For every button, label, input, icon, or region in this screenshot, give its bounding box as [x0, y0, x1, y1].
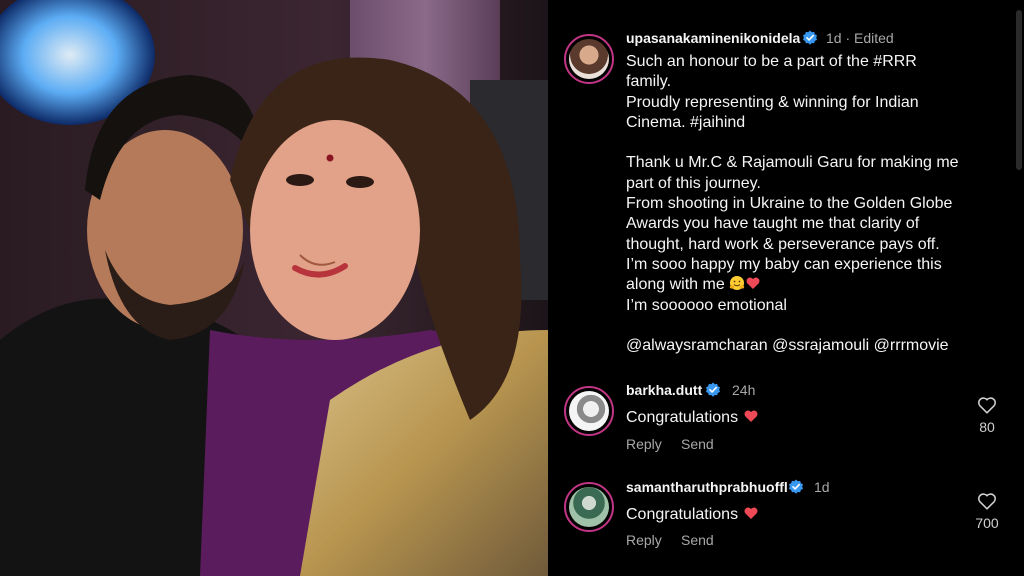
commenter-avatar[interactable] — [564, 386, 614, 436]
comment-username[interactable]: samantharuthprabhuoffl — [626, 479, 788, 495]
caption-line: thought, hard work & perseverance pays o… — [626, 235, 940, 253]
comment-time: 1d — [814, 479, 830, 495]
caption-line: part of this journey. — [626, 174, 761, 192]
caption-line: Thank u Mr.C & Rajamouli Garu for making… — [626, 154, 959, 172]
author-username[interactable]: upasanakaminenikonidela — [626, 30, 800, 46]
like-count: 80 — [979, 419, 995, 435]
hugging-face-emoji-icon — [729, 276, 745, 291]
red-heart-emoji-icon — [746, 277, 760, 290]
send-button[interactable]: Send — [681, 532, 714, 548]
caption-mentions[interactable]: @alwaysramcharan @ssrajamouli @rrrmovie — [626, 336, 1006, 356]
verified-badge-icon — [789, 479, 803, 494]
caption-line-with-emoji: along with me — [626, 275, 1006, 295]
post-caption: Such an honour to be a part of the #RRR … — [626, 52, 1006, 356]
comment-username[interactable]: barkha.dutt — [626, 382, 702, 398]
verified-badge-icon — [803, 30, 817, 45]
caption-line: From shooting in Ukraine to the Golden G… — [626, 195, 953, 213]
author-avatar[interactable] — [564, 34, 614, 84]
like-count: 700 — [975, 515, 999, 531]
like-heart-icon[interactable] — [976, 490, 998, 512]
caption-line: Such an honour to be a part of the #RRR — [626, 53, 917, 70]
red-heart-emoji-icon — [744, 507, 758, 519]
like-heart-icon[interactable] — [976, 394, 998, 416]
post-details-panel: upasanakaminenikonidela 1d · Edited Such… — [548, 0, 1024, 576]
caption-line: family. — [626, 73, 672, 91]
caption-line: Awards you have taught me that clarity o… — [626, 215, 920, 233]
reply-button[interactable]: Reply — [626, 532, 662, 548]
comment-text: Congratulations — [626, 505, 759, 524]
caption-line — [626, 133, 1006, 153]
post-photo[interactable] — [0, 0, 548, 576]
caption-line: I’m sooo happy my baby can experience th… — [626, 255, 942, 273]
comment-text: Congratulations — [626, 408, 759, 427]
post-photo-illustration — [0, 0, 548, 576]
red-heart-emoji-icon — [744, 410, 758, 422]
caption-line: Proudly representing & winning for India… — [626, 93, 919, 111]
send-button[interactable]: Send — [681, 436, 714, 452]
comment-time: 24h — [732, 382, 756, 398]
caption-line: along with me — [626, 276, 725, 294]
verified-badge-icon — [706, 382, 720, 397]
caption-line: I’m soooooo emotional — [626, 296, 787, 314]
caption-line: Cinema. #jaihind — [626, 113, 746, 131]
comment-text-value: Congratulations — [626, 506, 739, 523]
reply-button[interactable]: Reply — [626, 436, 662, 452]
comment-text-value: Congratulations — [626, 409, 739, 426]
post-meta: 1d · Edited — [826, 30, 894, 46]
caption-line — [626, 316, 1006, 336]
comments-scrollbar[interactable] — [1016, 10, 1022, 170]
commenter-avatar[interactable] — [564, 482, 614, 532]
